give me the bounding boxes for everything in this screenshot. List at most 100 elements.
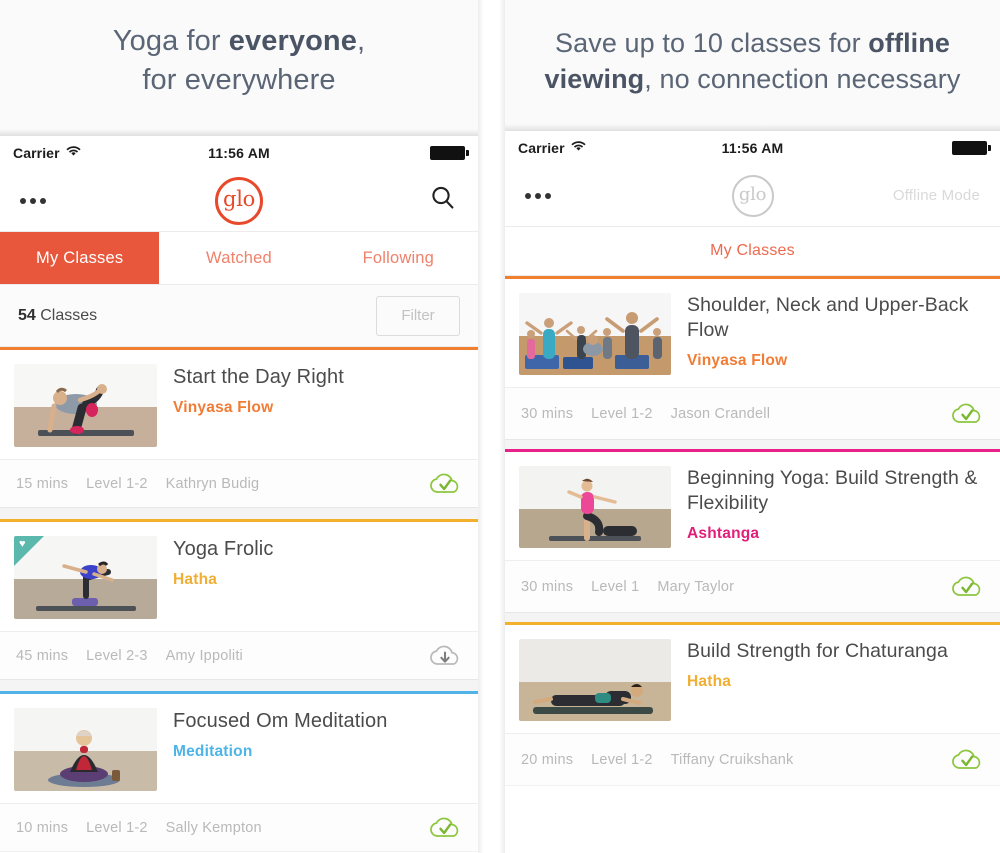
- class-teacher: Amy Ippoliti: [165, 647, 243, 664]
- class-thumbnail: [519, 293, 671, 375]
- right-caption-bold-1: offline: [868, 28, 950, 58]
- glo-logo-text: glo: [223, 187, 255, 211]
- card-meta: 30 mins Level 1-2 Jason Crandell: [505, 387, 1000, 439]
- class-thumbnail: ♥: [14, 536, 157, 619]
- class-style: Hatha: [687, 673, 732, 690]
- battery-full-icon: [952, 141, 991, 155]
- class-teacher: Tiffany Cruikshank: [670, 751, 794, 768]
- card-meta: 10 mins Level 1-2 Sally Kempton: [0, 803, 478, 851]
- left-caption-line-2: for everywhere: [142, 64, 336, 96]
- card-body: Focused Om Meditation Meditation: [0, 694, 478, 803]
- card-body: Beginning Yoga: Build Strength & Flexibi…: [505, 452, 1000, 560]
- class-card-beginning-yoga[interactable]: Beginning Yoga: Build Strength & Flexibi…: [505, 449, 1000, 612]
- class-thumbnail: [519, 639, 671, 721]
- card-body: ♥ Yoga Frolic Hatha: [0, 522, 478, 631]
- card-text: Yoga Frolic Hatha: [157, 536, 464, 619]
- filter-button-label: Filter: [401, 307, 435, 324]
- card-body: Shoulder, Neck and Upper-Back Flow Vinya…: [505, 279, 1000, 387]
- card-meta: 30 mins Level 1 Mary Taylor: [505, 560, 1000, 612]
- class-thumbnail: [14, 364, 157, 447]
- cloud-downloaded-check-icon[interactable]: [950, 747, 984, 773]
- glo-logo[interactable]: glo: [731, 174, 774, 217]
- class-duration: 30 mins: [521, 405, 574, 422]
- class-teacher: Kathryn Budig: [165, 475, 260, 492]
- left-caption-text-pre: Yoga for: [112, 25, 229, 57]
- class-card-build-strength-chaturanga[interactable]: Build Strength for Chaturanga Hatha 20 m…: [505, 622, 1000, 785]
- class-style: Hatha: [173, 571, 218, 588]
- card-body: Build Strength for Chaturanga Hatha: [505, 625, 1000, 733]
- class-level: Level 1-2: [86, 819, 148, 836]
- wifi-icon: [571, 139, 586, 157]
- right-caption-line-2: viewing, no connection necessary: [505, 61, 1000, 97]
- right-nav-bar: glo Offline Mode: [505, 165, 1000, 227]
- right-phone-panel: Save up to 10 classes for offline viewin…: [505, 0, 1000, 853]
- left-nav-right: [428, 183, 458, 218]
- class-count-text: 54 Classes: [18, 307, 97, 325]
- cloud-downloaded-check-icon[interactable]: [950, 574, 984, 600]
- glo-logo[interactable]: glo: [215, 176, 263, 225]
- left-status-right: [430, 146, 469, 160]
- tab-following[interactable]: Following: [319, 232, 478, 284]
- class-style: Vinyasa Flow: [173, 399, 274, 416]
- tab-watched-label: Watched: [206, 248, 272, 267]
- left-phone-panel: Yoga for everyone, for everywhere Carrie…: [0, 0, 478, 853]
- cloud-download-icon[interactable]: [428, 643, 462, 669]
- class-card-focused-om-meditation[interactable]: Focused Om Meditation Meditation 10 mins…: [0, 691, 478, 851]
- left-status-left: Carrier: [13, 144, 81, 162]
- left-caption-line-1: Yoga for everyone,: [0, 22, 478, 61]
- class-style: Vinyasa Flow: [687, 352, 788, 369]
- class-level: Level 1-2: [591, 751, 653, 768]
- panel-divider: [478, 0, 505, 853]
- overflow-menu-icon[interactable]: [525, 192, 551, 199]
- cloud-downloaded-check-icon[interactable]: [428, 815, 462, 841]
- card-meta: 15 mins Level 1-2 Kathryn Budig: [0, 459, 478, 507]
- tab-watched[interactable]: Watched: [159, 232, 318, 284]
- left-status-bar: Carrier 11:56 AM: [0, 136, 478, 170]
- cloud-downloaded-check-icon[interactable]: [950, 401, 984, 427]
- right-caption-text-post: , no connection necessary: [644, 64, 961, 94]
- left-class-list[interactable]: Start the Day Right Vinyasa Flow 15 mins…: [0, 347, 478, 851]
- class-card-start-the-day-right[interactable]: Start the Day Right Vinyasa Flow 15 mins…: [0, 347, 478, 507]
- class-thumbnail: [14, 708, 157, 791]
- right-class-list[interactable]: Shoulder, Neck and Upper-Back Flow Vinya…: [505, 276, 1000, 785]
- class-level: Level 1-2: [86, 475, 148, 492]
- right-tab-bar[interactable]: My Classes: [505, 227, 1000, 276]
- right-caption-text-pre: Save up to 10 classes for: [555, 28, 869, 58]
- card-meta: 45 mins Level 2-3 Amy Ippoliti: [0, 631, 478, 679]
- class-thumbnail: [519, 466, 671, 548]
- left-caption-bold: everyone: [228, 25, 357, 57]
- card-text: Shoulder, Neck and Upper-Back Flow Vinya…: [671, 293, 986, 375]
- tab-my-classes[interactable]: My Classes: [0, 232, 160, 284]
- class-duration: 45 mins: [16, 647, 69, 664]
- class-teacher: Sally Kempton: [165, 819, 262, 836]
- left-tab-bar: My Classes Watched Following: [0, 232, 478, 285]
- class-title: Shoulder, Neck and Upper-Back Flow: [687, 294, 969, 341]
- class-title: Build Strength for Chaturanga: [687, 640, 948, 662]
- class-title: Yoga Frolic: [173, 538, 274, 560]
- class-duration: 15 mins: [16, 475, 69, 492]
- battery-full-icon: [430, 146, 469, 160]
- class-card-shoulder-neck-upper-back-flow[interactable]: Shoulder, Neck and Upper-Back Flow Vinya…: [505, 276, 1000, 439]
- overflow-menu-icon[interactable]: [20, 197, 46, 204]
- cloud-downloaded-check-icon[interactable]: [428, 471, 462, 497]
- class-teacher: Jason Crandell: [670, 405, 771, 422]
- right-nav-right: Offline Mode: [893, 187, 980, 204]
- offline-mode-label: Offline Mode: [892, 187, 980, 204]
- class-duration: 10 mins: [16, 819, 69, 836]
- right-caption-bold-2: viewing: [544, 64, 645, 94]
- carrier-label: Carrier: [518, 140, 565, 156]
- class-style: Ashtanga: [687, 525, 760, 542]
- class-count-label: Classes: [35, 306, 98, 324]
- filter-button[interactable]: Filter: [376, 295, 460, 336]
- tab-following-label: Following: [362, 248, 435, 267]
- class-title: Focused Om Meditation: [173, 710, 388, 732]
- left-caption: Yoga for everyone, for everywhere: [0, 0, 478, 136]
- right-caption-shadow: [505, 124, 1000, 131]
- class-duration: 30 mins: [521, 578, 574, 595]
- wifi-icon: [66, 144, 81, 162]
- tab-my-classes-label: My Classes: [36, 248, 124, 267]
- class-card-yoga-frolic[interactable]: ♥ Yoga Frolic Hatha 45 mins Level 2-3 Am…: [0, 519, 478, 679]
- search-icon[interactable]: [428, 183, 458, 218]
- class-style: Meditation: [173, 743, 253, 760]
- right-caption: Save up to 10 classes for offline viewin…: [505, 0, 1000, 131]
